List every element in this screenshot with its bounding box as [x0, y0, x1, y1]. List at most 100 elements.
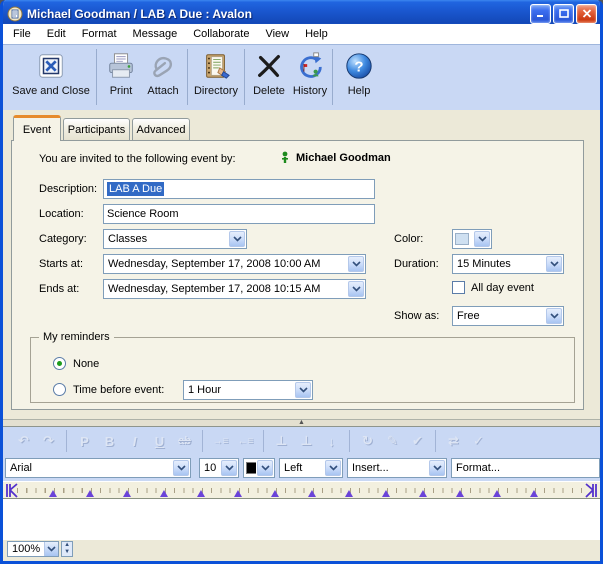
show-as-value: Free	[453, 310, 545, 322]
directory-button[interactable]: Directory	[189, 48, 243, 108]
insert-dropdown[interactable]: Insert...	[347, 458, 447, 478]
delete-button[interactable]: Delete	[248, 48, 290, 108]
ends-at-value: Wednesday, September 17, 2008 10:15 AM	[104, 283, 347, 295]
underline-icon[interactable]: U	[147, 430, 172, 452]
window-title: Michael Goodman / LAB A Due : Avalon	[27, 7, 530, 21]
ruler-tab-stop-marker[interactable]	[86, 490, 94, 497]
color-swatch	[453, 231, 473, 247]
ruler-tab-stop-marker[interactable]	[160, 490, 168, 497]
chevron-down-icon	[546, 308, 562, 324]
all-day-checkbox[interactable]	[452, 281, 465, 294]
close-button[interactable]	[576, 4, 597, 24]
menu-view[interactable]: View	[257, 26, 297, 42]
menu-edit[interactable]: Edit	[39, 26, 74, 42]
signature-icon[interactable]: ✎	[380, 430, 405, 452]
tab-advanced[interactable]: Advanced	[132, 118, 190, 140]
chevron-down-icon	[295, 382, 311, 398]
tab-stop-icon[interactable]: ⊥	[269, 430, 294, 452]
location-value: Science Room	[107, 208, 179, 220]
format-dropdown[interactable]: Format...	[451, 458, 600, 478]
zoom-spinner[interactable]: ▲ ▼	[61, 541, 73, 557]
ruler-tab-stop-marker[interactable]	[419, 490, 427, 497]
chevron-down-icon	[257, 460, 273, 476]
font-family-dropdown[interactable]: Arial	[5, 458, 191, 478]
menu-help[interactable]: Help	[297, 26, 336, 42]
help-icon: ?	[343, 50, 375, 82]
category-dropdown[interactable]: Classes	[103, 229, 247, 249]
show-as-label: Show as:	[394, 310, 439, 322]
approve-icon[interactable]: ✔	[405, 430, 430, 452]
ruler-tab-stop-marker[interactable]	[345, 490, 353, 497]
attach-button[interactable]: Attach	[141, 48, 185, 108]
zoom-control[interactable]: 100%	[7, 541, 59, 557]
bold-icon[interactable]: B	[97, 430, 122, 452]
duration-dropdown[interactable]: 15 Minutes	[452, 254, 564, 274]
toolbar-separator	[435, 430, 436, 452]
location-input[interactable]: Science Room	[103, 204, 375, 224]
location-label: Location:	[39, 208, 84, 220]
color-dropdown[interactable]	[452, 229, 492, 249]
app-icon	[7, 6, 23, 22]
history-button[interactable]: History	[290, 48, 330, 108]
print-button[interactable]: Print	[101, 48, 141, 108]
tab-event[interactable]: Event	[13, 115, 61, 141]
description-input[interactable]: LAB A Due	[103, 179, 375, 199]
duration-label: Duration:	[394, 258, 439, 270]
text-color-dropdown[interactable]	[243, 458, 275, 478]
tab-label: Participants	[68, 124, 125, 136]
font-family-value: Arial	[6, 462, 172, 474]
ends-at-dropdown[interactable]: Wednesday, September 17, 2008 10:15 AM	[103, 279, 366, 299]
description-label: Description:	[39, 183, 97, 195]
ruler-tab-stop-marker[interactable]	[456, 490, 464, 497]
ends-at-label: Ends at:	[39, 283, 79, 295]
save-and-close-button[interactable]: Save and Close	[7, 48, 95, 108]
chevron-down-icon	[173, 460, 189, 476]
revert-icon[interactable]: ↻	[355, 430, 380, 452]
paragraph-icon[interactable]: P	[72, 430, 97, 452]
find-replace-icon[interactable]: ⇄	[441, 430, 466, 452]
ruler-tab-stop-marker[interactable]	[197, 490, 205, 497]
ruler-tab-stop-marker[interactable]	[234, 490, 242, 497]
redo-icon[interactable]: ↷	[36, 430, 61, 452]
ruler-tab-stop-marker[interactable]	[123, 490, 131, 497]
pane-splitter[interactable]: ▲	[3, 419, 600, 427]
chevron-down-icon	[44, 542, 58, 556]
help-button[interactable]: ? Help	[341, 48, 377, 108]
indent-decrease-icon[interactable]: ←≡	[233, 430, 258, 452]
message-body-editor[interactable]	[3, 498, 600, 539]
strikethrough-icon[interactable]: ab	[172, 430, 197, 452]
show-as-dropdown[interactable]: Free	[452, 306, 564, 326]
spinner-up-icon[interactable]: ▲	[62, 542, 72, 549]
menu-format[interactable]: Format	[74, 26, 125, 42]
indent-increase-icon[interactable]: →≡	[208, 430, 233, 452]
menu-collaborate[interactable]: Collaborate	[185, 26, 257, 42]
undo-icon[interactable]: ↶	[11, 430, 36, 452]
ruler-right-margin-marker[interactable]	[584, 483, 598, 498]
spinner-down-icon[interactable]: ▼	[62, 549, 72, 556]
reminder-none-radio[interactable]	[53, 357, 66, 370]
menu-file[interactable]: File	[5, 26, 39, 42]
ruler-tab-stop-marker[interactable]	[49, 490, 57, 497]
italic-icon[interactable]: I	[122, 430, 147, 452]
status-bar: 100% ▲ ▼	[3, 539, 600, 558]
maximize-button[interactable]	[553, 4, 574, 24]
reminder-time-dropdown[interactable]: 1 Hour	[183, 380, 313, 400]
alignment-dropdown[interactable]: Left	[279, 458, 343, 478]
spell-check-icon[interactable]: ✓	[466, 430, 491, 452]
tab-participants[interactable]: Participants	[63, 118, 130, 140]
ruler-tab-stop-marker[interactable]	[530, 490, 538, 497]
ruler-tab-stop-marker[interactable]	[493, 490, 501, 497]
ruler-tab-stop-marker[interactable]	[308, 490, 316, 497]
ruler-left-margin-marker[interactable]	[5, 483, 19, 498]
menu-message[interactable]: Message	[125, 26, 186, 42]
font-size-dropdown[interactable]: 10	[199, 458, 239, 478]
minimize-button[interactable]	[530, 4, 551, 24]
insert-below-icon[interactable]: ↓	[319, 430, 344, 452]
reminder-time-radio[interactable]	[53, 383, 66, 396]
margin-stop-icon[interactable]: ⊥	[294, 430, 319, 452]
ruler-tab-stop-marker[interactable]	[382, 490, 390, 497]
toolbar-separator	[244, 49, 245, 105]
font-toolbar: Arial 10 Left Insert... Format...	[3, 455, 600, 481]
ruler-tab-stop-marker[interactable]	[271, 490, 279, 497]
starts-at-dropdown[interactable]: Wednesday, September 17, 2008 10:00 AM	[103, 254, 366, 274]
